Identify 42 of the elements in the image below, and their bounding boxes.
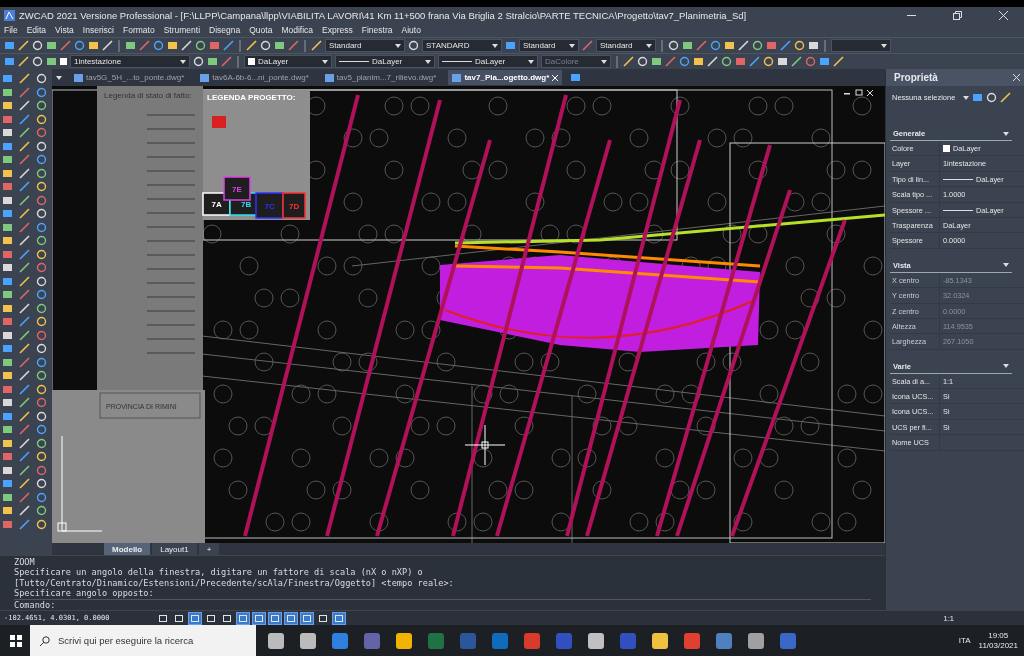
panel-title: Proprietà bbox=[894, 72, 938, 83]
add-layout-button[interactable]: + bbox=[198, 543, 220, 555]
legend-title: LEGENDA PROGETTO: bbox=[207, 93, 296, 102]
layout-tab[interactable]: Layout1 bbox=[152, 543, 197, 555]
table-style-dropdown[interactable]: Standard bbox=[519, 39, 579, 52]
menu-item[interactable]: Inserisci bbox=[82, 25, 114, 35]
menu-item[interactable]: Finestra bbox=[361, 25, 393, 35]
document-tab[interactable]: tav5G_5H_...to_ponte.dwg* bbox=[70, 70, 189, 85]
sheet-label: 7D bbox=[289, 201, 300, 211]
lineweight-dropdown[interactable]: DaLayer bbox=[438, 55, 538, 68]
text-style-dropdown[interactable]: Standard bbox=[325, 39, 405, 52]
menu-item[interactable]: Modifica bbox=[281, 25, 314, 35]
layout-tab[interactable]: Modello bbox=[104, 543, 151, 555]
command-history-line: Specificare angolo opposto: bbox=[14, 588, 155, 599]
command-history-line: [Tutto/Centrato/Dinamico/Estensioni/Precedente/scAla/Finestra/Oggetto] <tempo reale>: bbox=[14, 577, 455, 589]
menu-item[interactable]: Formato bbox=[123, 25, 155, 35]
sheet-label: 7E bbox=[232, 184, 242, 194]
sheet-label: 7B bbox=[241, 200, 252, 209]
menu-item[interactable]: Quota bbox=[249, 25, 273, 35]
layer-dropdown[interactable]: 1intestazione bbox=[70, 55, 190, 68]
menu-item[interactable]: File bbox=[4, 25, 18, 35]
menu-item[interactable]: Vista bbox=[55, 25, 74, 35]
document-tab[interactable]: tav7_Pla...ogetto.dwg* bbox=[448, 70, 563, 85]
clock[interactable]: 19:05 11/03/2021 bbox=[978, 630, 1018, 651]
menu-item[interactable]: Strumenti bbox=[163, 25, 201, 35]
color-dropdown[interactable]: DaLayer bbox=[244, 55, 332, 68]
command-history-line: ZOOM bbox=[14, 557, 36, 568]
sheet-label: 7C bbox=[264, 201, 275, 211]
mleader-style-dropdown[interactable]: Standard bbox=[596, 39, 656, 52]
menu-item[interactable]: Express bbox=[322, 25, 353, 35]
dim-style-dropdown[interactable]: STANDARD bbox=[422, 39, 502, 52]
menu-item[interactable]: Edita bbox=[26, 25, 47, 35]
menu-item[interactable]: Disegna bbox=[209, 25, 241, 35]
sheet-label: 7A bbox=[211, 200, 222, 209]
menu-item[interactable]: Aiuto bbox=[401, 25, 421, 35]
window-title: ZWCAD 2021 Versione Professional - [F:\LLPP\Campana\llpp\VIABILITA LAVORI\41 Km 11+500 frana Via Briglia 2 Stralcio\PARTE TECNICA\Progetto\tav7_Planimetria_Sd] bbox=[19, 9, 748, 21]
linetype-dropdown[interactable]: DaLayer bbox=[335, 55, 435, 68]
document-tab[interactable]: tav5_planim...7_rilievo.dwg* bbox=[320, 70, 441, 85]
document-tab[interactable]: tav6A-6b-6...ni_ponte.dwg* bbox=[196, 70, 313, 85]
language-indicator[interactable]: ITA bbox=[958, 636, 971, 645]
command-history-line: Specificare un angolo della finestra, digitare un fattore di scala (nX o nXP) o bbox=[14, 567, 424, 578]
search-field[interactable]: Scrivi qui per eseguire la ricerca bbox=[30, 625, 256, 656]
